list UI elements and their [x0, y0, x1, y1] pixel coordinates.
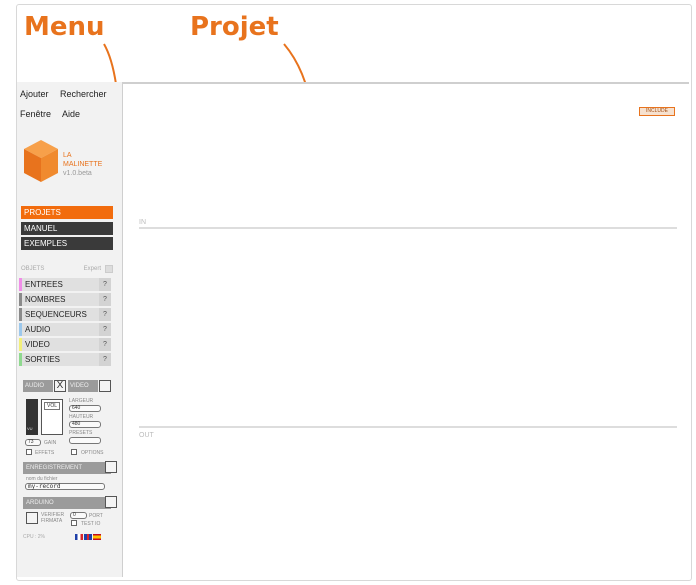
category-color-bar — [19, 278, 22, 291]
audio-toggle[interactable]: X — [54, 380, 66, 392]
include-button[interactable]: INCLUDE — [639, 107, 675, 116]
objets-item-entrees[interactable]: ENTREES ? — [19, 278, 111, 291]
objets-header: OBJETS Expert — [21, 265, 113, 273]
spanish-flag-icon[interactable] — [93, 534, 101, 540]
audio-video-header: AUDIO X VIDEO — [23, 380, 111, 392]
logo-line2: MALINETTE — [63, 161, 103, 168]
logo-version: v1.0.beta — [63, 170, 92, 177]
objets-item-nombres[interactable]: NOMBRES ? — [19, 293, 111, 306]
arduino-title: ARDUINO — [26, 500, 54, 506]
gain-field[interactable]: 73 — [25, 439, 41, 446]
menu-aide[interactable]: Aide — [62, 109, 80, 119]
arduino-header: ARDUINO — [23, 496, 117, 509]
enregistrement-toggle[interactable] — [105, 461, 117, 473]
file-name-input[interactable]: my-record — [25, 483, 105, 490]
arduino-toggle[interactable] — [105, 496, 117, 508]
menu-ajouter[interactable]: Ajouter — [20, 89, 49, 99]
port-field[interactable]: 0 — [70, 512, 87, 519]
menu-rechercher[interactable]: Rechercher — [60, 89, 107, 99]
enregistrement-panel: ENREGISTREMENT — [23, 461, 117, 474]
audio-label: AUDIO — [23, 380, 53, 392]
objets-item-label: AUDIO — [25, 325, 51, 334]
expert-checkbox[interactable] — [105, 265, 113, 273]
objets-item-label: ENTREES — [25, 280, 63, 289]
nav-exemples-button[interactable]: EXEMPLES — [21, 237, 113, 250]
objets-title: OBJETS — [21, 266, 45, 272]
volume-control[interactable]: VOL — [41, 399, 63, 435]
file-name-label: nom du fichier — [26, 476, 58, 482]
menu-fenetre[interactable]: Fenêtre — [20, 109, 51, 119]
firmata-label: FIRMATA — [41, 518, 63, 524]
hauteur-label: HAUTEUR — [69, 414, 94, 420]
objets-item-label: SORTIES — [25, 355, 60, 364]
french-flag-icon[interactable] — [75, 534, 83, 540]
objets-item-label: NOMBRES — [25, 295, 66, 304]
port-label: PORT — [89, 513, 103, 519]
cpu-indicator: CPU : 2% — [23, 534, 45, 540]
largeur-field[interactable]: 640 — [69, 405, 101, 412]
objets-item-sequenceurs[interactable]: SEQUENCEURS ? — [19, 308, 111, 321]
nav-manuel-button[interactable]: MANUEL — [21, 222, 113, 235]
video-toggle[interactable] — [99, 380, 111, 392]
help-icon[interactable]: ? — [99, 323, 111, 336]
category-color-bar — [19, 353, 22, 366]
help-icon[interactable]: ? — [99, 353, 111, 366]
arduino-panel: ARDUINO — [23, 496, 117, 509]
nav-projets-button[interactable]: PROJETS — [21, 206, 113, 219]
project-annotation: Projet — [190, 12, 279, 42]
video-label: VIDEO — [68, 380, 98, 392]
options-checkbox[interactable] — [71, 449, 77, 455]
in-label: IN — [139, 219, 146, 226]
presets-selector[interactable] — [69, 437, 101, 444]
category-color-bar — [19, 308, 22, 321]
sidebar: Ajouter Rechercher Fenêtre Aide LA MALIN… — [17, 82, 123, 577]
objets-item-label: SEQUENCEURS — [25, 310, 87, 319]
expert-label: Expert — [83, 266, 101, 272]
help-icon[interactable]: ? — [99, 278, 111, 291]
out-divider — [139, 426, 677, 428]
enregistrement-header: ENREGISTREMENT — [23, 461, 117, 474]
english-flag-icon[interactable] — [84, 534, 92, 540]
objets-item-label: VIDEO — [25, 340, 50, 349]
in-divider — [139, 227, 677, 229]
objets-item-sorties[interactable]: SORTIES ? — [19, 353, 111, 366]
project-canvas[interactable]: INCLUDE IN OUT — [123, 82, 689, 577]
help-icon[interactable]: ? — [99, 308, 111, 321]
volume-label: VOL — [44, 402, 60, 410]
logo-text: LA MALINETTE v1.0.beta — [63, 151, 102, 178]
menubar: Ajouter Rechercher Fenêtre Aide — [17, 82, 122, 122]
help-icon[interactable]: ? — [99, 293, 111, 306]
test-io-checkbox[interactable] — [71, 520, 77, 526]
logo-line1: LA — [63, 152, 72, 159]
out-label: OUT — [139, 432, 154, 439]
presets-label: PRESETS — [69, 430, 93, 436]
effets-label: EFFETS — [35, 450, 55, 456]
vu-label: VU — [27, 426, 33, 431]
objets-item-audio[interactable]: AUDIO ? — [19, 323, 111, 336]
verifier-button[interactable] — [26, 512, 38, 524]
help-icon[interactable]: ? — [99, 338, 111, 351]
category-color-bar — [19, 323, 22, 336]
malinette-cube-icon — [24, 140, 58, 182]
objets-item-video[interactable]: VIDEO ? — [19, 338, 111, 351]
test-io-label: TEST IO — [81, 521, 101, 527]
gain-label: GAIN — [44, 440, 57, 446]
effets-checkbox[interactable] — [26, 449, 32, 455]
largeur-label: LARGEUR — [69, 398, 94, 404]
category-color-bar — [19, 338, 22, 351]
hauteur-field[interactable]: 480 — [69, 421, 101, 428]
language-flags — [75, 534, 102, 541]
options-label: OPTIONS — [81, 450, 104, 456]
menu-annotation: Menu — [24, 12, 105, 42]
enregistrement-title: ENREGISTREMENT — [26, 465, 83, 471]
category-color-bar — [19, 293, 22, 306]
